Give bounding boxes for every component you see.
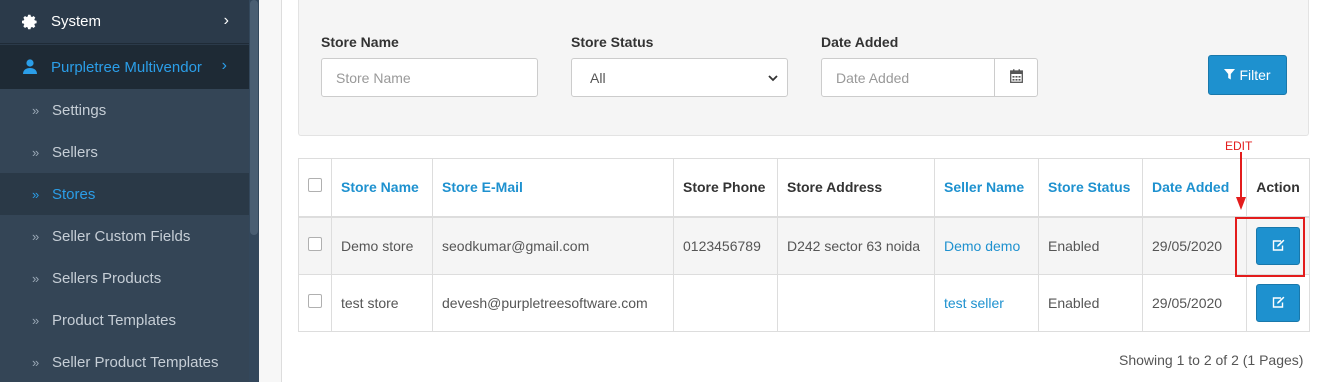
sidebar-item-label: Sellers <box>52 143 98 161</box>
sidebar-item-sellers[interactable]: » Sellers <box>0 131 249 173</box>
sidebar-item-label: Sellers Products <box>52 269 162 287</box>
sidebar-item-label: Seller Product Templates <box>52 353 219 371</box>
row-checkbox[interactable] <box>308 294 322 308</box>
filter-icon <box>1224 67 1236 83</box>
double-chevron-right-icon: » <box>32 144 40 160</box>
chevron-right-icon: › <box>223 12 229 29</box>
edit-annotation-label: EDIT <box>1225 139 1253 153</box>
store-phone-cell: 0123456789 <box>673 216 778 275</box>
sort-store-name-link[interactable]: Store Name <box>341 179 419 195</box>
store-name-input[interactable]: Store Name <box>321 58 538 97</box>
stores-panel: Store Name Store Name Store Status All D… <box>281 0 1342 382</box>
store-email-cell: seodkumar@gmail.com <box>432 216 674 275</box>
store-status-label: Store Status <box>571 34 654 50</box>
sidebar-item-system-label: System <box>51 13 102 30</box>
store-email-cell: devesh@purpletreesoftware.com <box>432 274 674 332</box>
pagination-text: Showing 1 to 2 of 2 (1 Pages) <box>1119 352 1304 368</box>
filter-button-label: Filter <box>1239 67 1271 83</box>
col-store-email: Store E-Mail <box>432 158 674 218</box>
table-row: Demo store seodkumar@gmail.com 012345678… <box>298 216 1310 275</box>
store-address-cell <box>777 274 935 332</box>
chevron-right-icon: › <box>221 57 227 74</box>
sidebar-item-label: Stores <box>52 185 96 203</box>
sidebar-scrollbar[interactable] <box>249 0 259 382</box>
sidebar-item-settings[interactable]: » Settings <box>0 89 249 131</box>
filter-button[interactable]: Filter <box>1208 55 1287 95</box>
col-store-name: Store Name <box>331 158 433 218</box>
sidebar-item-seller-custom-fields[interactable]: » Seller Custom Fields <box>0 215 249 257</box>
sidebar-item-system[interactable]: System › <box>0 0 249 44</box>
sidebar-item-purpletree-multivendor[interactable]: Purpletree Multivendor › <box>0 45 249 89</box>
user-icon <box>22 59 38 75</box>
edit-button[interactable] <box>1256 284 1300 322</box>
col-store-phone: Store Phone <box>673 158 778 218</box>
col-action: Action <box>1246 158 1310 218</box>
double-chevron-right-icon: » <box>32 354 40 370</box>
sort-store-status-link[interactable]: Store Status <box>1048 179 1130 195</box>
gear-icon <box>22 14 38 30</box>
store-phone-cell <box>673 274 778 332</box>
table-header-row: Store Name Store E-Mail Store Phone Stor… <box>298 158 1310 218</box>
sidebar-item-stores[interactable]: » Stores <box>0 173 249 215</box>
double-chevron-right-icon: » <box>32 102 40 118</box>
store-status-cell: Enabled <box>1038 274 1143 332</box>
seller-link[interactable]: Demo demo <box>944 238 1020 254</box>
sidebar: System › Purpletree Multivendor › » Sett… <box>0 0 259 382</box>
date-added-cell: 29/05/2020 <box>1142 216 1247 275</box>
date-added-input[interactable]: Date Added <box>821 58 1038 97</box>
col-store-address: Store Address <box>777 158 935 218</box>
sort-store-email-link[interactable]: Store E-Mail <box>442 179 523 195</box>
action-cell <box>1246 274 1310 332</box>
double-chevron-right-icon: » <box>32 186 40 202</box>
store-status-cell: Enabled <box>1038 216 1143 275</box>
row-select-cell <box>298 216 332 275</box>
calendar-icon <box>1009 69 1023 86</box>
row-checkbox[interactable] <box>308 236 322 251</box>
sort-seller-name-link[interactable]: Seller Name <box>944 179 1024 195</box>
select-all-cell <box>298 158 332 218</box>
edit-icon <box>1272 293 1285 313</box>
store-name-cell: test store <box>331 274 433 332</box>
sidebar-item-seller-product-templates[interactable]: » Seller Product Templates <box>0 341 249 382</box>
stores-table: Store Name Store E-Mail Store Phone Stor… <box>298 158 1310 332</box>
calendar-button[interactable] <box>994 59 1037 96</box>
store-address-cell: D242 sector 63 noida <box>777 216 935 275</box>
main-content: Store Name Store Name Store Status All D… <box>259 0 1342 382</box>
seller-link[interactable]: test seller <box>944 295 1004 311</box>
filter-panel: Store Name Store Name Store Status All D… <box>298 0 1309 136</box>
sidebar-item-sellers-products[interactable]: » Sellers Products <box>0 257 249 299</box>
store-name-label: Store Name <box>321 34 399 50</box>
col-store-status: Store Status <box>1038 158 1143 218</box>
table-row: test store devesh@purpletreesoftware.com… <box>298 274 1310 332</box>
sidebar-item-product-templates[interactable]: » Product Templates <box>0 299 249 341</box>
sort-date-added-link[interactable]: Date Added <box>1152 179 1229 195</box>
date-added-placeholder: Date Added <box>836 69 910 86</box>
store-status-value: All <box>590 69 606 86</box>
col-seller-name: Seller Name <box>934 158 1039 218</box>
chevron-down-icon <box>767 71 779 87</box>
date-added-cell: 29/05/2020 <box>1142 274 1247 332</box>
sidebar-item-label: Seller Custom Fields <box>52 227 191 245</box>
sidebar-item-purpletree-label: Purpletree Multivendor <box>51 58 202 76</box>
double-chevron-right-icon: » <box>32 270 40 286</box>
seller-name-cell: test seller <box>934 274 1039 332</box>
sidebar-item-label: Product Templates <box>52 311 176 329</box>
double-chevron-right-icon: » <box>32 312 40 328</box>
sidebar-scroll-thumb[interactable] <box>250 0 258 235</box>
row-select-cell <box>298 274 332 332</box>
select-all-checkbox[interactable] <box>308 178 322 193</box>
store-name-cell: Demo store <box>331 216 433 275</box>
col-date-added: Date Added <box>1142 158 1247 218</box>
store-status-select[interactable]: All <box>571 58 788 97</box>
sidebar-item-label: Settings <box>52 101 107 119</box>
edit-annotation-box <box>1235 217 1305 277</box>
date-added-label: Date Added <box>821 34 899 50</box>
seller-name-cell: Demo demo <box>934 216 1039 275</box>
annotation-arrow-icon <box>1236 152 1246 210</box>
double-chevron-right-icon: » <box>32 228 40 244</box>
